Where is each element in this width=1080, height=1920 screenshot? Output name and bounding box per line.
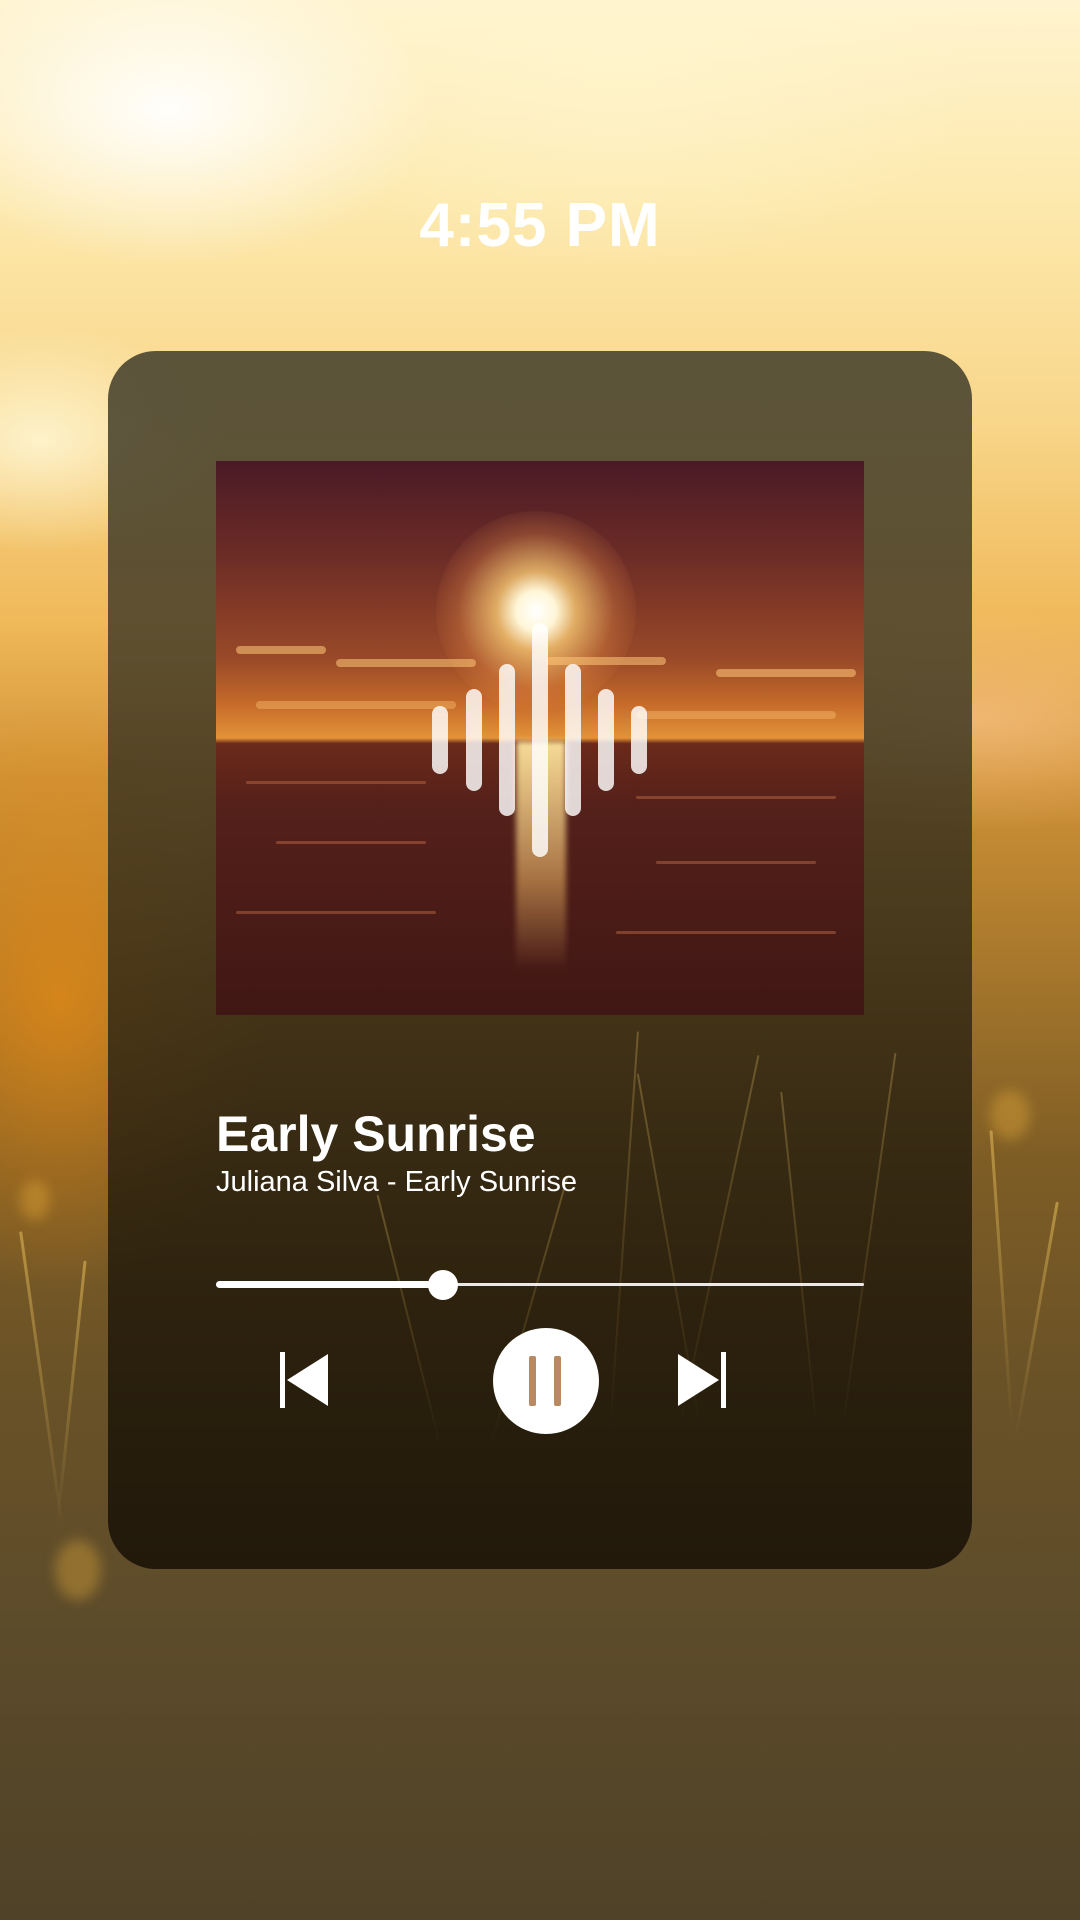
background-grass [989, 1130, 1014, 1430]
visualizer-bar [631, 706, 647, 774]
lock-screen-clock: 4:55 PM [419, 191, 661, 260]
progress-slider[interactable] [216, 1270, 864, 1300]
background-grass [1014, 1201, 1059, 1439]
progress-thumb[interactable] [428, 1270, 458, 1300]
background-bokeh [990, 1090, 1030, 1140]
background-bokeh [20, 1180, 50, 1220]
skip-next-icon [678, 1352, 726, 1408]
skip-previous-icon [280, 1352, 328, 1408]
background-grass [56, 1260, 87, 1520]
pause-icon [529, 1356, 561, 1406]
playback-controls [108, 1328, 972, 1438]
visualizer-bar [499, 664, 515, 816]
album-art [216, 461, 864, 1015]
lock-screen: 4:55 PM Early Sunrise Juliana Silva - Ea… [0, 0, 1080, 1920]
track-title: Early Sunrise [216, 1106, 536, 1162]
track-artist-album: Juliana Silva - Early Sunrise [216, 1166, 578, 1198]
visualizer-bar [532, 623, 548, 857]
visualizer-bar [565, 664, 581, 816]
pause-button[interactable] [493, 1328, 603, 1438]
visualizer-bar [598, 689, 614, 791]
progress-fill [216, 1281, 443, 1288]
background-bokeh [55, 1540, 101, 1600]
previous-track-button[interactable] [270, 1328, 380, 1438]
next-track-button[interactable] [650, 1328, 760, 1438]
music-player-card: Early Sunrise Juliana Silva - Early Sunr… [108, 351, 972, 1569]
visualizer-bar [432, 706, 448, 774]
background-grass [19, 1231, 64, 1529]
audio-visualizer [216, 461, 864, 1015]
visualizer-bar [466, 689, 482, 791]
